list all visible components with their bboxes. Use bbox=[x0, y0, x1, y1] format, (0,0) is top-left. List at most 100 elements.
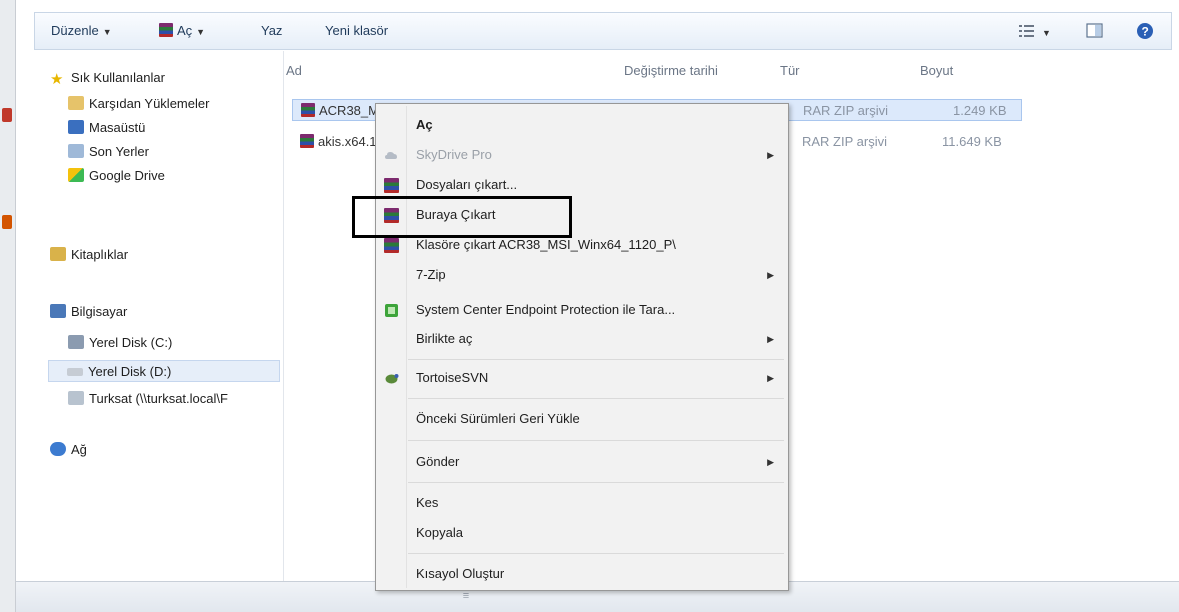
nav-desktop-label: Masaüstü bbox=[89, 120, 146, 135]
preview-pane-icon bbox=[1086, 23, 1103, 38]
winrar-archive-icon bbox=[300, 134, 314, 148]
menu-item-label: TortoiseSVN bbox=[416, 370, 489, 385]
nav-computer-label: Bilgisayar bbox=[71, 304, 128, 319]
star-icon: ★ bbox=[50, 71, 64, 88]
winrar-icon bbox=[384, 178, 399, 193]
column-header-type[interactable]: Tür bbox=[780, 63, 800, 78]
menu-separator bbox=[408, 440, 784, 441]
open-button[interactable]: Aç ▼ bbox=[159, 13, 205, 49]
downloads-folder-icon bbox=[68, 96, 84, 110]
preview-pane-button[interactable] bbox=[1085, 21, 1105, 41]
new-folder-button[interactable]: Yeni klasör bbox=[325, 13, 388, 49]
nav-google-drive-label: Google Drive bbox=[89, 168, 165, 183]
command-bar: Düzenle ▼ Aç ▼ Yaz Yeni klasör ▼ ? bbox=[34, 12, 1172, 50]
nav-network[interactable]: Ağ bbox=[50, 439, 87, 461]
computer-icon bbox=[50, 304, 66, 318]
menu-item-7zip[interactable]: 7-Zip ▶ bbox=[376, 262, 788, 288]
menu-item-cut[interactable]: Kes bbox=[376, 490, 788, 516]
menu-item-label: 7-Zip bbox=[416, 267, 446, 282]
view-list-icon: ▼ bbox=[1019, 25, 1051, 38]
menu-separator bbox=[408, 553, 784, 554]
nav-downloads[interactable]: Karşıdan Yüklemeler bbox=[68, 93, 209, 115]
nav-disk-d-label: Yerel Disk (D:) bbox=[88, 364, 172, 379]
menu-item-label: Gönder bbox=[416, 454, 460, 469]
menu-separator bbox=[408, 359, 784, 360]
nav-desktop[interactable]: Masaüstü bbox=[68, 117, 145, 139]
submenu-arrow-icon: ▶ bbox=[767, 373, 774, 383]
shield-icon bbox=[385, 304, 398, 317]
file-type: RAR ZIP arşivi bbox=[802, 134, 887, 149]
recent-places-icon bbox=[68, 144, 84, 158]
cloud-icon bbox=[385, 152, 397, 159]
print-button[interactable]: Yaz bbox=[261, 13, 282, 49]
menu-item-extract-files[interactable]: Dosyaları çıkart... bbox=[376, 172, 788, 198]
svg-text:?: ? bbox=[1142, 25, 1149, 39]
view-options-button[interactable]: ▼ bbox=[1015, 21, 1055, 41]
file-name-cell: akis.x64.1. bbox=[300, 131, 380, 153]
nav-downloads-label: Karşıdan Yüklemeler bbox=[89, 96, 210, 111]
help-icon: ? bbox=[1137, 23, 1153, 39]
menu-item-send-to[interactable]: Gönder ▶ bbox=[376, 449, 788, 475]
submenu-arrow-icon: ▶ bbox=[767, 457, 774, 467]
menu-item-create-shortcut[interactable]: Kısayol Oluştur bbox=[376, 561, 788, 587]
context-menu: Aç SkyDrive Pro ▶ Dosyaları çıkart... Bu… bbox=[375, 103, 789, 591]
column-header-name[interactable]: Ad bbox=[286, 63, 302, 78]
scroll-grip-icon: ≡ bbox=[462, 590, 470, 602]
drive-c-icon bbox=[68, 335, 84, 349]
nav-disk-d[interactable]: Yerel Disk (D:) bbox=[48, 360, 280, 382]
desktop-icon-fragment bbox=[2, 108, 12, 122]
google-drive-icon bbox=[68, 168, 84, 182]
nav-favorites[interactable]: ★ Sık Kullanılanlar bbox=[50, 67, 165, 89]
nav-google-drive[interactable]: Google Drive bbox=[68, 165, 165, 187]
menu-item-label: Kopyala bbox=[416, 525, 463, 540]
menu-item-open-with[interactable]: Birlikte aç ▶ bbox=[376, 326, 788, 352]
organize-button[interactable]: Düzenle ▼ bbox=[51, 13, 112, 49]
nav-computer[interactable]: Bilgisayar bbox=[50, 301, 127, 323]
nav-disk-c[interactable]: Yerel Disk (C:) bbox=[68, 332, 172, 354]
column-header-modified[interactable]: Değiştirme tarihi bbox=[624, 63, 718, 78]
libraries-icon bbox=[50, 247, 66, 261]
submenu-arrow-icon: ▶ bbox=[767, 150, 774, 160]
network-icon bbox=[50, 442, 66, 456]
menu-item-scep-scan[interactable]: System Center Endpoint Protection ile Ta… bbox=[376, 297, 788, 323]
nav-network-drive-label: Turksat (\\turksat.local\F bbox=[89, 391, 228, 406]
winrar-archive-icon bbox=[301, 103, 315, 117]
nav-disk-c-label: Yerel Disk (C:) bbox=[89, 335, 173, 350]
menu-item-copy[interactable]: Kopyala bbox=[376, 520, 788, 546]
help-button[interactable]: ? bbox=[1135, 21, 1155, 41]
file-name-cell: ACR38_M bbox=[301, 100, 379, 122]
nav-favorites-label: Sık Kullanılanlar bbox=[71, 70, 165, 85]
menu-item-open[interactable]: Aç bbox=[376, 112, 788, 138]
winrar-icon bbox=[384, 238, 399, 253]
nav-recent[interactable]: Son Yerler bbox=[68, 141, 149, 163]
file-size: 1.249 KB bbox=[953, 103, 1007, 118]
menu-item-label: System Center Endpoint Protection ile Ta… bbox=[416, 302, 676, 317]
network-drive-icon bbox=[68, 391, 84, 405]
nav-libraries-label: Kitaplıklar bbox=[71, 247, 129, 262]
menu-item-skydrive-pro[interactable]: SkyDrive Pro ▶ bbox=[376, 142, 788, 168]
submenu-arrow-icon: ▶ bbox=[767, 270, 774, 280]
menu-item-label: Aç bbox=[416, 117, 433, 132]
nav-network-drive[interactable]: Turksat (\\turksat.local\F bbox=[68, 388, 228, 410]
menu-item-label: Kes bbox=[416, 495, 439, 510]
chevron-down-icon: ▼ bbox=[196, 27, 206, 37]
desktop-icon-fragment bbox=[2, 215, 12, 229]
menu-item-restore-previous[interactable]: Önceki Sürümleri Geri Yükle bbox=[376, 406, 788, 432]
column-header-size[interactable]: Boyut bbox=[920, 63, 953, 78]
winrar-icon bbox=[159, 23, 173, 37]
desktop-background-strip bbox=[0, 0, 16, 612]
file-name: akis.x64.1. bbox=[318, 134, 381, 149]
tortoise-icon bbox=[385, 374, 399, 384]
chevron-down-icon: ▼ bbox=[102, 27, 112, 37]
menu-item-tortoisesvn[interactable]: TortoiseSVN ▶ bbox=[376, 365, 788, 391]
nav-network-label: Ağ bbox=[71, 442, 87, 457]
file-size: 11.649 KB bbox=[942, 134, 1002, 149]
nav-libraries[interactable]: Kitaplıklar bbox=[50, 244, 128, 266]
open-label: Aç bbox=[177, 23, 193, 38]
menu-separator bbox=[408, 482, 784, 483]
annotation-highlight-box bbox=[352, 196, 572, 238]
menu-separator bbox=[408, 398, 784, 399]
svg-text:▼: ▼ bbox=[1042, 28, 1051, 38]
file-type: RAR ZIP arşivi bbox=[803, 103, 888, 118]
menu-item-label: Kısayol Oluştur bbox=[416, 566, 505, 581]
